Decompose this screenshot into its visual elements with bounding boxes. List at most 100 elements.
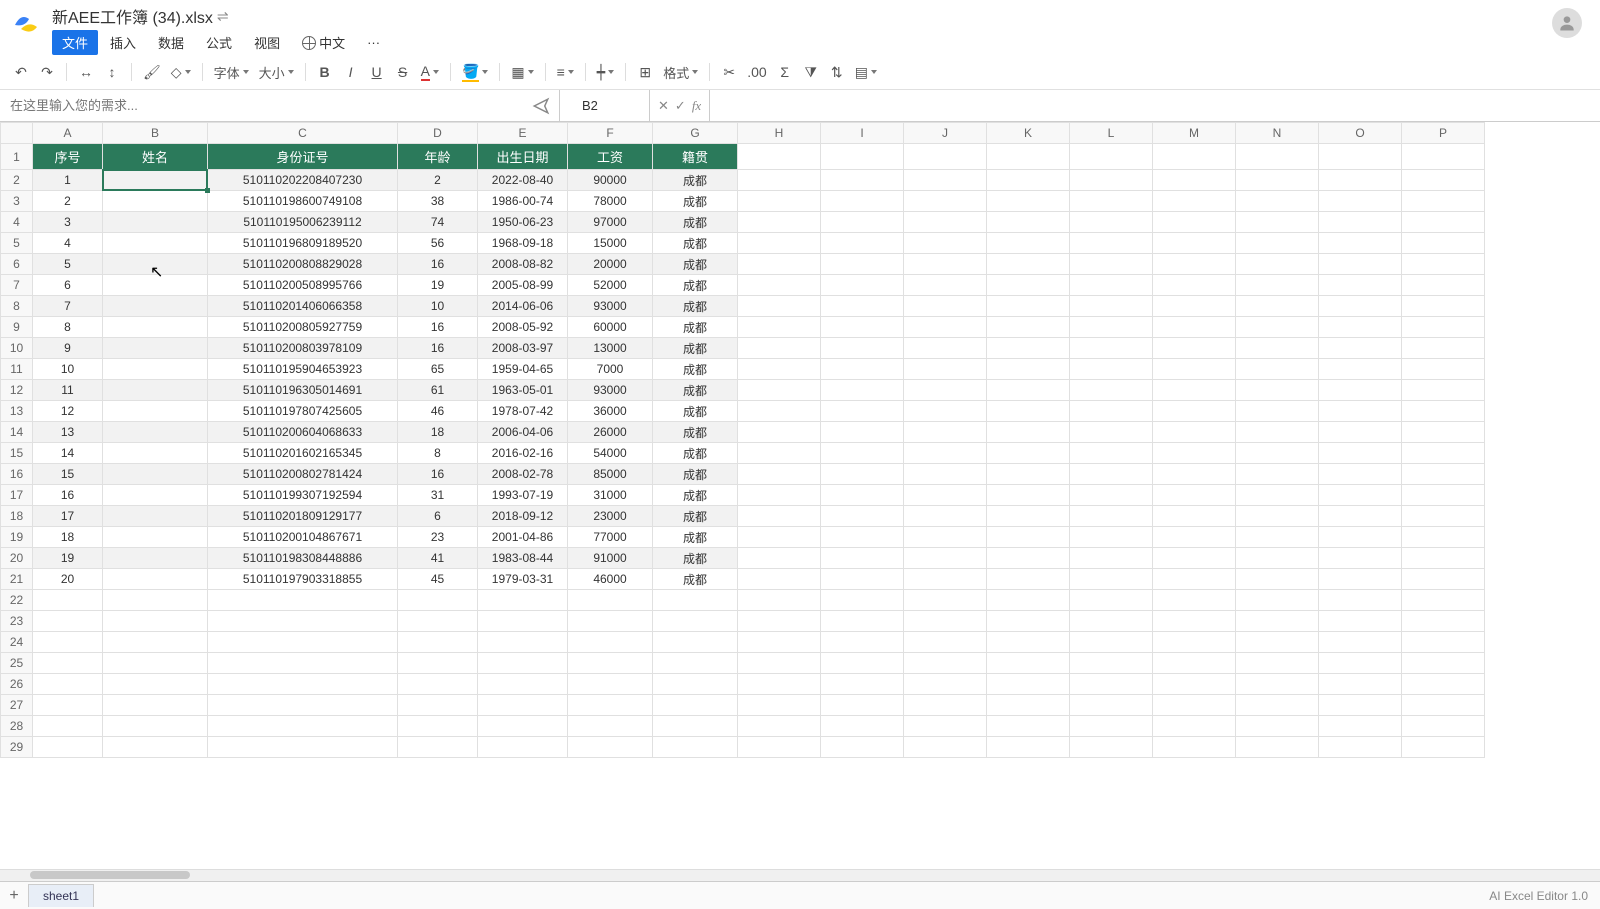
col-header[interactable]: K: [987, 123, 1070, 144]
empty-cell[interactable]: [904, 632, 987, 653]
data-cell[interactable]: [821, 443, 904, 464]
valign-button[interactable]: ┿: [594, 61, 617, 83]
empty-cell[interactable]: [103, 611, 208, 632]
data-cell[interactable]: 10: [33, 359, 103, 380]
row-header[interactable]: 8: [1, 296, 33, 317]
data-cell[interactable]: [987, 464, 1070, 485]
empty-cell[interactable]: [821, 737, 904, 758]
data-cell[interactable]: [1153, 338, 1236, 359]
data-cell[interactable]: [738, 191, 821, 212]
data-cell[interactable]: 31: [398, 485, 478, 506]
data-cell[interactable]: 8: [398, 443, 478, 464]
data-cell[interactable]: [738, 548, 821, 569]
data-cell[interactable]: [738, 527, 821, 548]
menu-data[interactable]: 数据: [148, 30, 194, 55]
data-cell[interactable]: [904, 275, 987, 296]
align-v-icon[interactable]: ↕: [101, 61, 123, 83]
row-header[interactable]: 17: [1, 485, 33, 506]
empty-cell[interactable]: [103, 632, 208, 653]
empty-cell[interactable]: [821, 695, 904, 716]
empty-cell[interactable]: [33, 632, 103, 653]
data-cell[interactable]: [738, 464, 821, 485]
empty-cell[interactable]: [653, 611, 738, 632]
data-cell[interactable]: 2008-02-78: [478, 464, 568, 485]
data-cell[interactable]: [1153, 506, 1236, 527]
data-cell[interactable]: [1153, 170, 1236, 191]
col-header[interactable]: B: [103, 123, 208, 144]
empty-cell[interactable]: [1319, 674, 1402, 695]
sheet-tab[interactable]: sheet1: [28, 884, 94, 907]
empty-cell[interactable]: [208, 737, 398, 758]
data-cell[interactable]: 11: [33, 380, 103, 401]
empty-cell[interactable]: [208, 716, 398, 737]
data-cell[interactable]: [1402, 506, 1485, 527]
empty-cell[interactable]: [1236, 611, 1319, 632]
empty-cell[interactable]: [33, 590, 103, 611]
col-header[interactable]: N: [1236, 123, 1319, 144]
formula-accept-icon[interactable]: ✓: [675, 98, 686, 114]
empty-cell[interactable]: [33, 716, 103, 737]
data-cell[interactable]: [904, 317, 987, 338]
data-cell[interactable]: 510110199307192594: [208, 485, 398, 506]
data-cell[interactable]: 成都: [653, 464, 738, 485]
data-cell[interactable]: [1236, 443, 1319, 464]
data-cell[interactable]: 1986-00-74: [478, 191, 568, 212]
data-cell[interactable]: [738, 485, 821, 506]
data-cell[interactable]: [1319, 548, 1402, 569]
empty-cell[interactable]: [1236, 674, 1319, 695]
data-cell[interactable]: [1153, 233, 1236, 254]
data-cell[interactable]: [1319, 338, 1402, 359]
data-cell[interactable]: [1319, 485, 1402, 506]
data-cell[interactable]: [904, 380, 987, 401]
font-color-button[interactable]: A: [418, 61, 442, 83]
row-header[interactable]: 15: [1, 443, 33, 464]
data-cell[interactable]: [1402, 401, 1485, 422]
data-cell[interactable]: 510110195006239112: [208, 212, 398, 233]
data-cell[interactable]: [1153, 485, 1236, 506]
data-cell[interactable]: 1983-08-44: [478, 548, 568, 569]
header-cell[interactable]: [1153, 144, 1236, 170]
empty-cell[interactable]: [987, 674, 1070, 695]
empty-cell[interactable]: [568, 716, 653, 737]
data-cell[interactable]: 20: [33, 569, 103, 590]
data-cell[interactable]: 510110202208407230: [208, 170, 398, 191]
data-cell[interactable]: [738, 170, 821, 191]
data-cell[interactable]: [103, 338, 208, 359]
empty-cell[interactable]: [738, 716, 821, 737]
data-cell[interactable]: 成都: [653, 401, 738, 422]
strike-button[interactable]: S: [392, 61, 414, 83]
data-cell[interactable]: [738, 338, 821, 359]
empty-cell[interactable]: [568, 590, 653, 611]
data-cell[interactable]: 6: [398, 506, 478, 527]
data-cell[interactable]: [103, 506, 208, 527]
data-cell[interactable]: 97000: [568, 212, 653, 233]
data-cell[interactable]: [1319, 296, 1402, 317]
empty-cell[interactable]: [821, 632, 904, 653]
empty-cell[interactable]: [103, 590, 208, 611]
data-cell[interactable]: [1402, 569, 1485, 590]
empty-cell[interactable]: [1153, 632, 1236, 653]
row-header[interactable]: 27: [1, 695, 33, 716]
row-header[interactable]: 9: [1, 317, 33, 338]
align-h-icon[interactable]: ↔: [75, 61, 97, 83]
data-cell[interactable]: [987, 317, 1070, 338]
data-cell[interactable]: 成都: [653, 254, 738, 275]
row-header[interactable]: 21: [1, 569, 33, 590]
data-cell[interactable]: [904, 359, 987, 380]
data-cell[interactable]: 2016-02-16: [478, 443, 568, 464]
row-header[interactable]: 3: [1, 191, 33, 212]
data-cell[interactable]: 8: [33, 317, 103, 338]
data-cell[interactable]: [904, 338, 987, 359]
data-cell[interactable]: 85000: [568, 464, 653, 485]
clear-button[interactable]: ◇: [168, 61, 194, 83]
decimal-icon[interactable]: .00: [744, 61, 769, 83]
data-cell[interactable]: [738, 275, 821, 296]
data-cell[interactable]: [1402, 380, 1485, 401]
data-cell[interactable]: 510110197903318855: [208, 569, 398, 590]
data-cell[interactable]: [1236, 548, 1319, 569]
data-cell[interactable]: 2001-04-86: [478, 527, 568, 548]
data-cell[interactable]: [1236, 485, 1319, 506]
data-cell[interactable]: [1402, 443, 1485, 464]
data-cell[interactable]: [103, 422, 208, 443]
data-cell[interactable]: [1236, 233, 1319, 254]
